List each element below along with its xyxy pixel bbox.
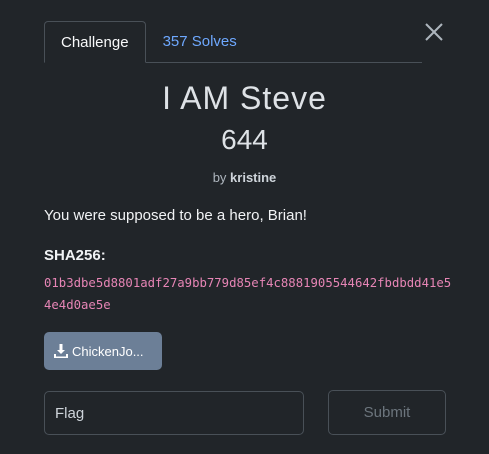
challenge-title: I AM Steve (162, 80, 327, 116)
challenge-tabs: Challenge 357 Solves (44, 21, 422, 63)
download-file-label: ChickenJo... (72, 343, 144, 359)
submit-button[interactable]: Submit (328, 390, 446, 435)
download-icon (54, 344, 68, 358)
author-name: kristine (230, 170, 277, 185)
tab-challenge[interactable]: Challenge (44, 21, 146, 63)
challenge-modal: Challenge 357 Solves I AM Steve 644 by k… (0, 0, 489, 454)
sha-value: 01b3dbe5d8801adf27a9bb779d85ef4c88819055… (44, 276, 452, 312)
challenge-author: by kristine (0, 170, 489, 185)
download-file-button[interactable]: ChickenJo... (44, 332, 162, 370)
tab-solves-label: 357 Solves (162, 32, 237, 50)
author-prefix: by (212, 170, 227, 185)
submit-label: Submit (363, 404, 411, 421)
close-icon (425, 23, 443, 41)
tab-solves[interactable]: 357 Solves (146, 20, 254, 62)
sha-label: SHA256: (44, 247, 106, 264)
challenge-points: 644 (221, 124, 268, 155)
challenge-description: You were supposed to be a hero, Brian! (44, 207, 307, 224)
tab-challenge-label: Challenge (61, 33, 129, 51)
flag-input[interactable] (44, 391, 304, 435)
close-button[interactable] (422, 20, 446, 44)
